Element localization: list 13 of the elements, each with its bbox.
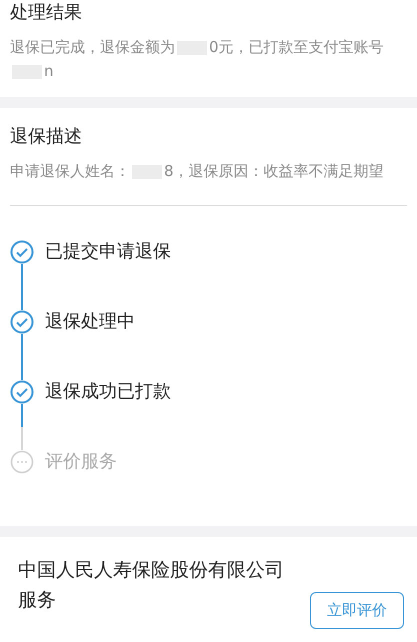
description-text: 退保已完成，退保金额为 [10, 38, 175, 56]
description-text: n [44, 62, 54, 80]
review-button[interactable]: 立即评价 [310, 592, 404, 629]
company-text: 中国人民人寿保险股份有限公司服务 [18, 558, 285, 613]
description-text: 8，退保原因：收益率不满足期望 [164, 162, 384, 180]
step-label: 已提交申请退保 [45, 240, 171, 264]
step-label: 评价服务 [45, 450, 117, 474]
section-title: 处理结果 [10, 1, 83, 25]
description-text: 0元，已打款至支付宝账号 [209, 38, 384, 56]
step-label: 退保成功已打款 [45, 380, 171, 404]
step-label: 退保处理中 [45, 310, 135, 334]
description-text: 申请退保人姓名： [10, 162, 130, 180]
section-title: 退保描述 [10, 125, 83, 149]
